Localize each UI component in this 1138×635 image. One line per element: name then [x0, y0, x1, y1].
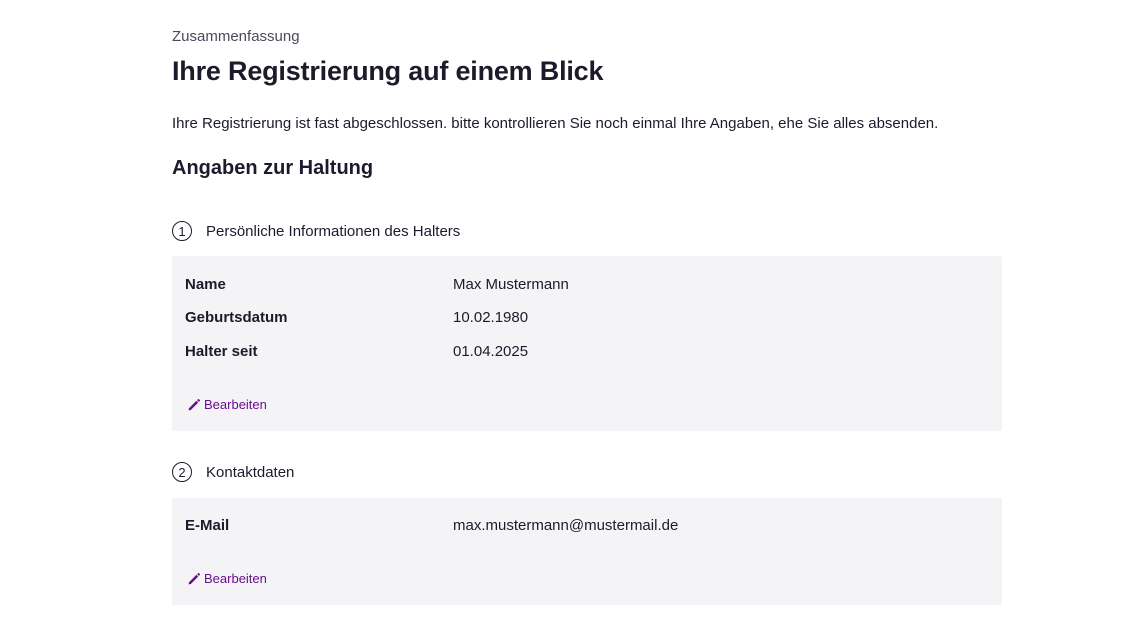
row-value: 01.04.2025	[453, 343, 529, 360]
step-title: Persönliche Informationen des Halters	[206, 222, 461, 240]
intro-text: Ihre Registrierung ist fast abgeschlosse…	[172, 115, 939, 132]
row-value: max.mustermann@mustermail.de	[453, 517, 679, 534]
edit-link-label: Bearbeiten	[204, 571, 267, 586]
row-label: Geburtsdatum	[185, 309, 288, 326]
personal-info-card: Name Max Mustermann Geburtsdatum 10.02.1…	[172, 256, 1002, 431]
row-label: Name	[185, 276, 226, 293]
eyebrow-label: Zusammenfassung	[172, 28, 300, 45]
summary-page: Zusammenfassung Ihre Registrierung auf e…	[0, 0, 1138, 635]
row-value: 10.02.1980	[453, 309, 529, 326]
row-label: Halter seit	[185, 343, 258, 360]
row-value: Max Mustermann	[453, 276, 569, 293]
step-number-badge: 1	[172, 221, 192, 241]
step-number-badge: 2	[172, 462, 192, 482]
step-title: Kontaktdaten	[206, 463, 295, 481]
edit-contact-button[interactable]: Bearbeiten	[187, 571, 267, 586]
pencil-icon	[187, 572, 201, 586]
step-header-personal-info: 1 Persönliche Informationen des Halters	[172, 219, 460, 243]
edit-link-label: Bearbeiten	[204, 397, 267, 412]
page-title: Ihre Registrierung auf einem Blick	[172, 56, 604, 86]
section-heading: Angaben zur Haltung	[172, 157, 374, 179]
edit-personal-info-button[interactable]: Bearbeiten	[187, 397, 267, 412]
contact-card: E-Mail max.mustermann@mustermail.de Bear…	[172, 498, 1002, 605]
row-label: E-Mail	[185, 517, 230, 534]
pencil-icon	[187, 398, 201, 412]
step-header-contact: 2 Kontaktdaten	[172, 460, 294, 484]
